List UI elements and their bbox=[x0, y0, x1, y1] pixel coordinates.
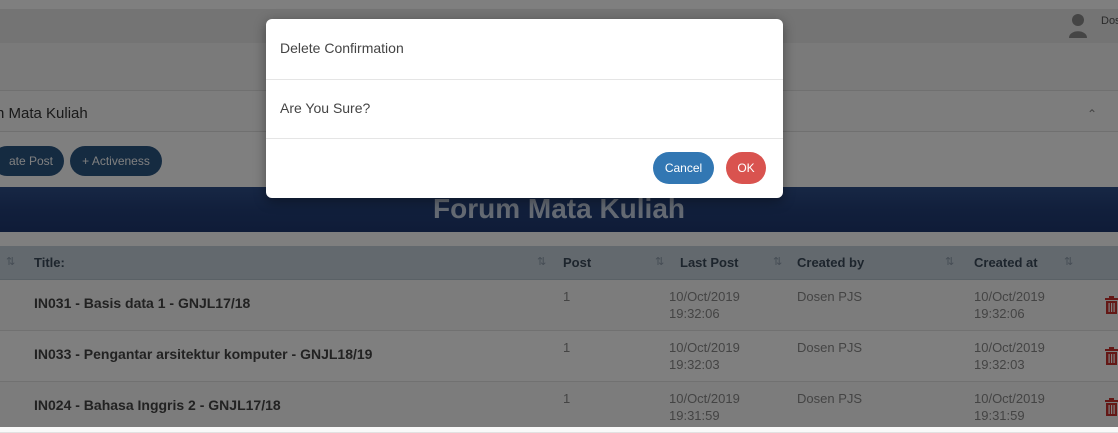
modal-title: Delete Confirmation bbox=[280, 40, 404, 56]
modal-message: Are You Sure? bbox=[280, 100, 371, 116]
ok-button[interactable]: OK bbox=[726, 152, 766, 184]
modal-header: Delete Confirmation bbox=[266, 19, 783, 80]
cancel-button[interactable]: Cancel bbox=[653, 152, 714, 184]
delete-confirmation-dialog: Delete Confirmation Are You Sure? Cancel… bbox=[266, 19, 783, 198]
modal-body: Are You Sure? bbox=[266, 80, 783, 139]
